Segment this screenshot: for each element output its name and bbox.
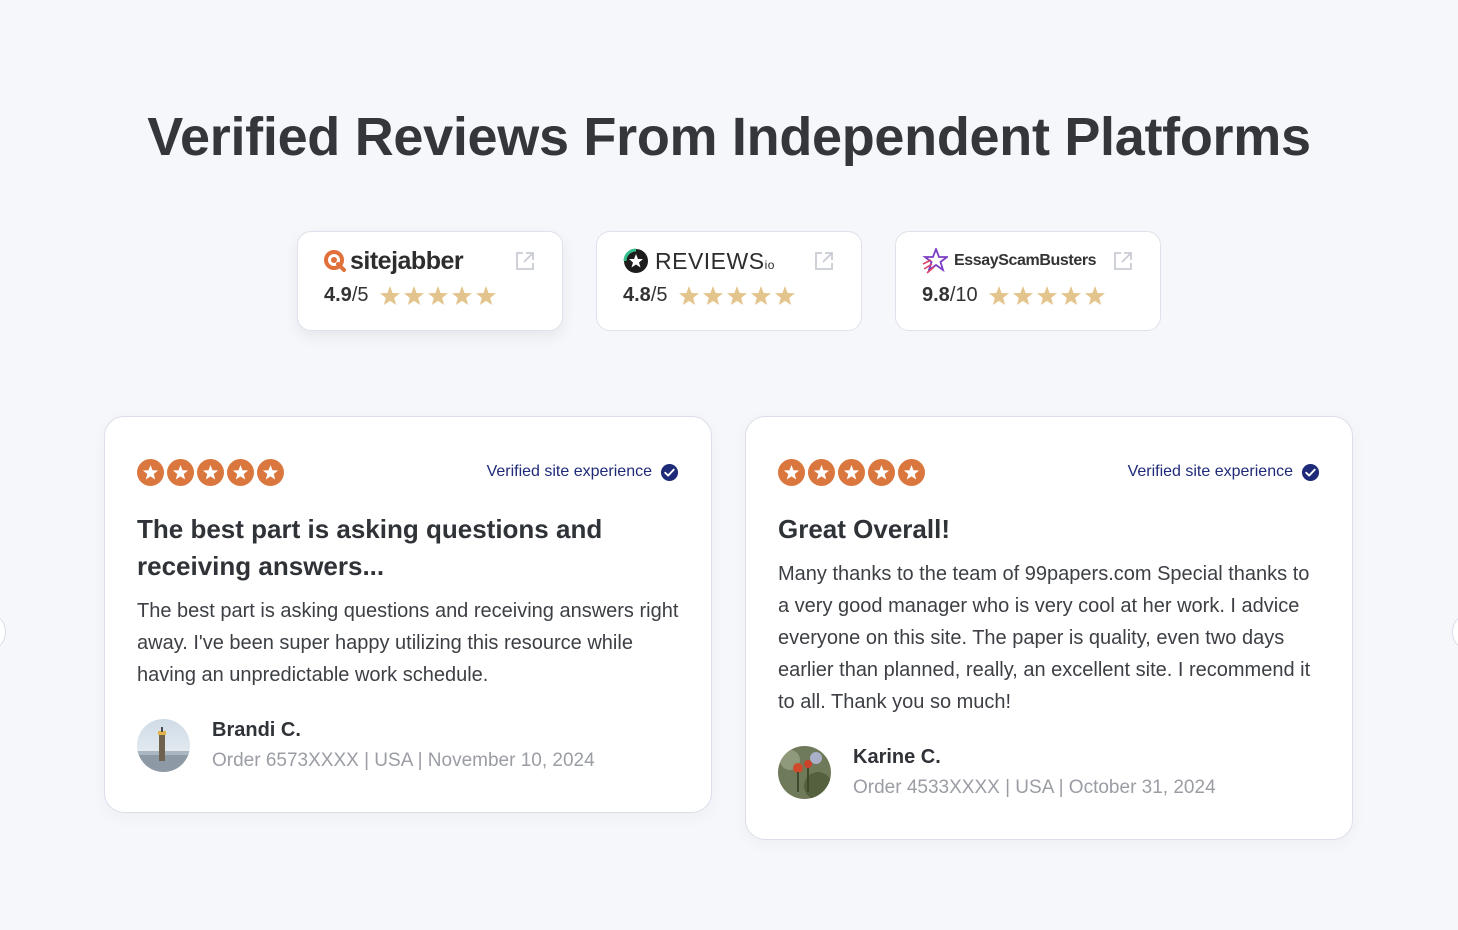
reviewsio-logo-icon [623, 248, 648, 273]
external-link-icon[interactable] [813, 250, 835, 272]
star-icon [1036, 285, 1057, 305]
platform-card-reviewsio[interactable]: REVIEWSio 4.8/5 [596, 231, 862, 331]
check-circle-icon [660, 463, 679, 481]
avatar [137, 719, 190, 772]
star-badge-icon [227, 458, 254, 486]
review-card: Verified site experience Great Overall! … [745, 416, 1353, 840]
verified-badge: Verified site experience [487, 463, 679, 482]
star-icon [451, 285, 472, 305]
platform-stars [988, 285, 1106, 307]
star-badge-icon [167, 458, 194, 486]
platform-name: sitejabber [350, 246, 464, 275]
platform-score: 4.9/5 [324, 284, 369, 306]
star-icon [1084, 285, 1105, 305]
platform-card-essayscambusters[interactable]: EssayScamBusters 9.8/10 [895, 231, 1161, 331]
star-icon [1060, 285, 1081, 305]
review-meta: Order 6573XXXX | USA | November 10, 2024 [212, 750, 595, 771]
essayscambusters-logo: EssayScamBusters [922, 246, 1134, 276]
star-badge-icon [197, 458, 224, 486]
star-badge-icon [778, 458, 805, 486]
star-icon [750, 285, 771, 305]
essayscambusters-logo-icon [922, 248, 948, 274]
review-meta: Order 4533XXXX | USA | October 31, 2024 [853, 777, 1216, 798]
star-badge-icon [257, 458, 284, 486]
review-card: Verified site experience The best part i… [104, 416, 712, 813]
platform-name: REVIEWSio [655, 247, 775, 274]
star-icon [1012, 285, 1033, 305]
platform-score: 4.8/5 [623, 284, 668, 306]
star-icon [403, 285, 424, 305]
review-title: The best part is asking questions and re… [137, 514, 603, 581]
review-carousel: Verified site experience The best part i… [104, 416, 1353, 840]
review-stars [137, 458, 284, 486]
avatar [778, 746, 831, 799]
platform-stars [678, 285, 796, 307]
review-body: Many thanks to the team of 99papers.com … [778, 563, 1311, 713]
reviewsio-logo: REVIEWSio [623, 246, 835, 276]
platform-score: 9.8/10 [922, 284, 978, 306]
star-icon [702, 285, 723, 305]
platform-card-sitejabber[interactable]: sitejabber 4.9/5 [297, 231, 563, 331]
verified-badge: Verified site experience [1128, 463, 1320, 482]
review-title: Great Overall! [778, 514, 950, 544]
star-badge-icon [898, 458, 925, 486]
star-icon [379, 285, 400, 305]
sitejabber-logo-icon [324, 250, 346, 272]
reviews-section: Verified Reviews From Independent Platfo… [0, 0, 1458, 930]
author-name: Brandi C. [212, 719, 301, 741]
carousel-prev-button[interactable] [0, 612, 6, 652]
external-link-icon[interactable] [1112, 250, 1134, 272]
review-body: The best part is asking questions and re… [137, 600, 679, 686]
star-icon [475, 285, 496, 305]
star-icon [988, 285, 1009, 305]
star-badge-icon [808, 458, 835, 486]
review-stars [778, 458, 925, 486]
star-icon [427, 285, 448, 305]
star-icon [726, 285, 747, 305]
star-badge-icon [838, 458, 865, 486]
verified-label: Verified site experience [486, 463, 652, 480]
star-badge-icon [137, 458, 164, 486]
platform-name: EssayScamBusters [954, 252, 1097, 269]
platform-stars [379, 285, 497, 307]
check-circle-icon [1301, 463, 1320, 481]
external-link-icon[interactable] [514, 250, 536, 272]
star-icon [678, 285, 699, 305]
carousel-next-button[interactable] [1452, 612, 1458, 652]
section-title: Verified Reviews From Independent Platfo… [147, 107, 1311, 167]
author-name: Karine C. [853, 746, 941, 768]
star-badge-icon [868, 458, 895, 486]
sitejabber-logo: sitejabber [324, 246, 536, 276]
star-icon [774, 285, 795, 305]
platform-ratings: sitejabber 4.9/5 REVIEWSio 4.8/5 EssaySc… [297, 231, 1161, 331]
verified-label: Verified site experience [1127, 463, 1293, 480]
